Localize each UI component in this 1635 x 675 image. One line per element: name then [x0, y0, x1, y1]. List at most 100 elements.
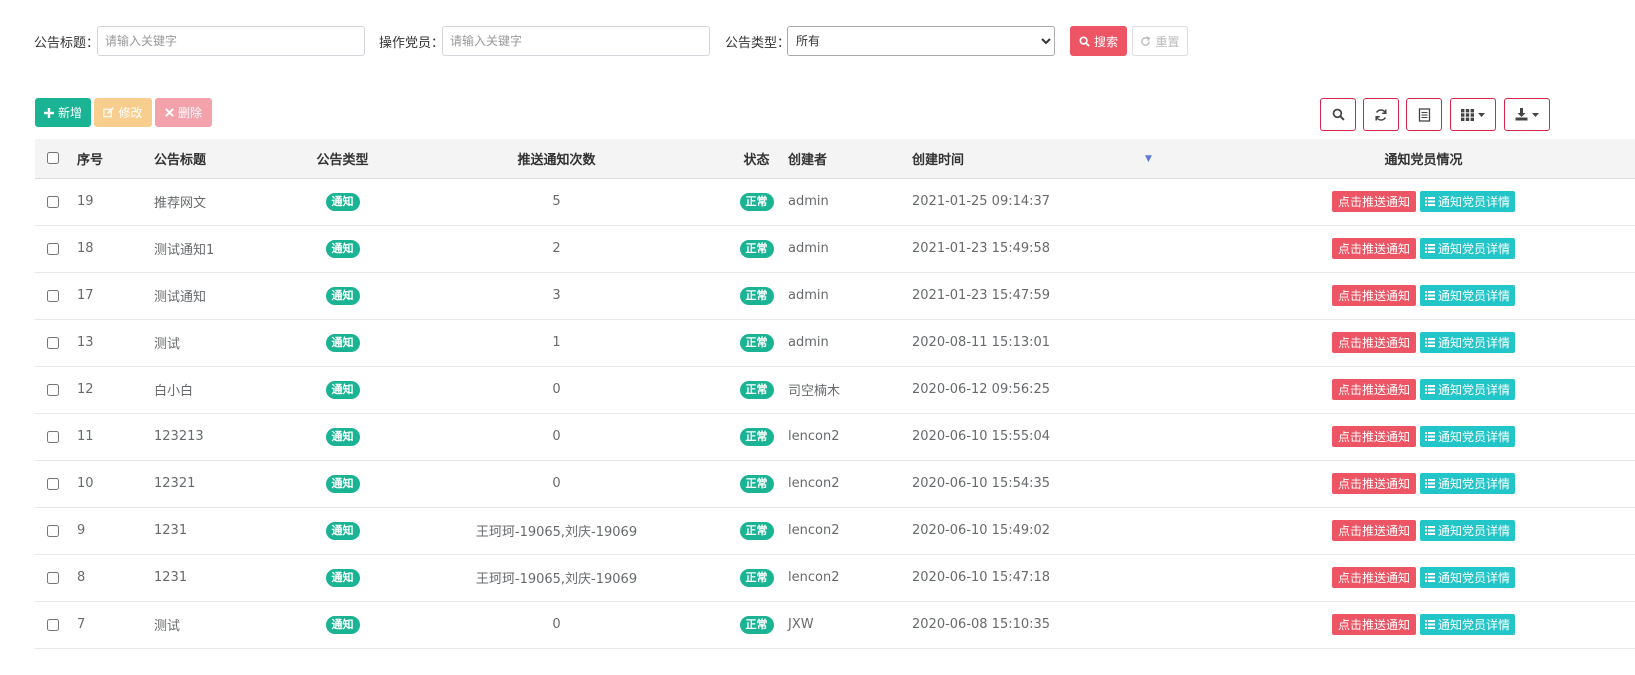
- row-checkbox[interactable]: [47, 383, 59, 396]
- push-notify-button[interactable]: 点击推送通知: [1331, 473, 1416, 494]
- header-type[interactable]: 公告类型: [297, 139, 388, 179]
- row-type-cell: 通知: [297, 319, 388, 366]
- row-select-cell: [35, 413, 77, 460]
- row-created-at: 2020-06-10 15:47:18: [912, 570, 1051, 585]
- push-notify-button[interactable]: 点击推送通知: [1331, 332, 1416, 353]
- row-checkbox[interactable]: [47, 477, 59, 490]
- notice-table: 序号 公告标题 公告类型 推送通知次数 状态 创建者 创建时间 ▼ 通知党员情况…: [35, 139, 1635, 649]
- table-row[interactable]: 13 测试 通知 1 正常 admin 2020-08-11 15:13:01 点击推送通知 通…: [35, 319, 1635, 366]
- table-row[interactable]: 8 1231 通知 王珂珂-19065,刘庆-19069 正常 lencon2 2020-0…: [35, 554, 1635, 601]
- header-created-at[interactable]: 创建时间 ▼: [912, 139, 1212, 179]
- edit-button[interactable]: 修改: [94, 98, 152, 127]
- header-status[interactable]: 状态: [725, 139, 788, 179]
- notify-detail-button[interactable]: 通知党员详情: [1420, 238, 1516, 259]
- push-notify-button[interactable]: 点击推送通知: [1331, 238, 1416, 259]
- row-seq: 9: [77, 523, 86, 538]
- table-row[interactable]: 17 测试通知 通知 3 正常 admin 2021-01-23 15:47:59 点击推送通…: [35, 272, 1635, 319]
- type-select[interactable]: 所有: [787, 26, 1055, 56]
- operator-search-input[interactable]: [442, 26, 710, 56]
- type-badge: 通知: [325, 615, 360, 634]
- row-created-at: 2020-06-10 15:55:04: [912, 429, 1051, 444]
- plus-icon: [43, 107, 54, 118]
- search-button[interactable]: 搜索: [1070, 26, 1127, 56]
- toggle-view-button[interactable]: [1406, 98, 1442, 131]
- push-notify-button[interactable]: 点击推送通知: [1331, 520, 1416, 541]
- header-notify[interactable]: 通知党员情况: [1212, 139, 1635, 179]
- row-created-at: 2021-01-23 15:49:58: [912, 241, 1051, 256]
- export-button[interactable]: [1504, 98, 1550, 131]
- refresh-button[interactable]: [1363, 98, 1399, 131]
- row-checkbox[interactable]: [47, 430, 59, 443]
- notify-detail-button[interactable]: 通知党员详情: [1420, 567, 1516, 588]
- header-seq[interactable]: 序号: [77, 139, 154, 179]
- row-title: 推荐网文: [154, 196, 207, 211]
- push-notify-button[interactable]: 点击推送通知: [1331, 614, 1416, 635]
- search-form: 公告标题： 操作党员： 公告类型： 所有 搜索 重置: [0, 24, 1635, 56]
- row-status-cell: 正常: [725, 366, 788, 413]
- row-status-cell: 正常: [725, 319, 788, 366]
- row-type-cell: 通知: [297, 460, 388, 507]
- table-row[interactable]: 10 12321 通知 0 正常 lencon2 2020-06-10 15:54:35 点击…: [35, 460, 1635, 507]
- row-type-cell: 通知: [297, 554, 388, 601]
- header-push-count[interactable]: 推送通知次数: [388, 139, 725, 179]
- row-seq: 18: [77, 241, 94, 256]
- row-actions: 点击推送通知 通知党员详情: [1212, 319, 1635, 366]
- row-created-at: 2021-01-23 15:47:59: [912, 288, 1051, 303]
- row-created-at: 2020-06-12 09:56:25: [912, 382, 1051, 397]
- row-select-cell: [35, 225, 77, 272]
- row-actions: 点击推送通知 通知党员详情: [1212, 413, 1635, 460]
- notify-detail-label: 通知党员详情: [1438, 195, 1511, 209]
- row-checkbox[interactable]: [47, 195, 59, 208]
- title-search-input[interactable]: [97, 26, 365, 56]
- row-title: 白小白: [154, 384, 194, 399]
- notify-detail-button[interactable]: 通知党员详情: [1420, 614, 1516, 635]
- row-select-cell: [35, 178, 77, 225]
- grid-icon: [1461, 108, 1474, 121]
- push-notify-button[interactable]: 点击推送通知: [1331, 191, 1416, 212]
- row-checkbox[interactable]: [47, 524, 59, 537]
- row-type-cell: 通知: [297, 413, 388, 460]
- table-row[interactable]: 9 1231 通知 王珂珂-19065,刘庆-19069 正常 lencon2 2020-0…: [35, 507, 1635, 554]
- notify-detail-label: 通知党员详情: [1438, 618, 1511, 632]
- row-checkbox[interactable]: [47, 289, 59, 302]
- row-push-count: 王珂珂-19065,刘庆-19069: [475, 572, 638, 587]
- toolbar: 新增 修改 删除: [0, 98, 1635, 132]
- row-creator: lencon2: [788, 476, 840, 491]
- notify-detail-label: 通知党员详情: [1438, 477, 1511, 491]
- table-row[interactable]: 7 测试 通知 0 正常 JXW 2020-06-08 15:10:35 点击推送通知 通知党员…: [35, 601, 1635, 648]
- table-row[interactable]: 19 推荐网文 通知 5 正常 admin 2021-01-25 09:14:37 点击推送通…: [35, 178, 1635, 225]
- notify-detail-button[interactable]: 通知党员详情: [1420, 473, 1516, 494]
- row-title: 测试: [154, 337, 181, 352]
- push-notify-button[interactable]: 点击推送通知: [1331, 379, 1416, 400]
- add-button[interactable]: 新增: [35, 98, 91, 127]
- row-title: 测试: [154, 619, 181, 634]
- push-notify-button[interactable]: 点击推送通知: [1331, 567, 1416, 588]
- row-checkbox[interactable]: [47, 571, 59, 584]
- table-row[interactable]: 12 白小白 通知 0 正常 司空楠木 2020-06-12 09:56:25 点击推送通知 通…: [35, 366, 1635, 413]
- reset-button[interactable]: 重置: [1132, 26, 1188, 56]
- row-checkbox[interactable]: [47, 618, 59, 631]
- notify-detail-label: 通知党员详情: [1438, 524, 1511, 538]
- notify-detail-button[interactable]: 通知党员详情: [1420, 191, 1516, 212]
- push-notify-button[interactable]: 点击推送通知: [1331, 426, 1416, 447]
- row-checkbox[interactable]: [47, 242, 59, 255]
- select-all-checkbox[interactable]: [47, 152, 59, 165]
- notify-detail-button[interactable]: 通知党员详情: [1420, 332, 1516, 353]
- header-title[interactable]: 公告标题: [154, 139, 297, 179]
- row-status-cell: 正常: [725, 507, 788, 554]
- row-checkbox[interactable]: [47, 336, 59, 349]
- notify-detail-button[interactable]: 通知党员详情: [1420, 285, 1516, 306]
- notify-detail-button[interactable]: 通知党员详情: [1420, 426, 1516, 447]
- notify-detail-button[interactable]: 通知党员详情: [1420, 520, 1516, 541]
- table-row[interactable]: 18 测试通知1 通知 2 正常 admin 2021-01-23 15:49:58 点击推送…: [35, 225, 1635, 272]
- type-label: 公告类型：: [725, 36, 791, 51]
- row-created-at: 2021-01-25 09:14:37: [912, 194, 1051, 209]
- toggle-search-button[interactable]: [1320, 98, 1356, 131]
- header-creator[interactable]: 创建者: [788, 139, 912, 179]
- row-select-cell: [35, 460, 77, 507]
- columns-button[interactable]: [1450, 98, 1496, 131]
- push-notify-button[interactable]: 点击推送通知: [1331, 285, 1416, 306]
- table-row[interactable]: 11 123213 通知 0 正常 lencon2 2020-06-10 15:55:04 点…: [35, 413, 1635, 460]
- notify-detail-button[interactable]: 通知党员详情: [1420, 379, 1516, 400]
- delete-button[interactable]: 删除: [155, 98, 212, 127]
